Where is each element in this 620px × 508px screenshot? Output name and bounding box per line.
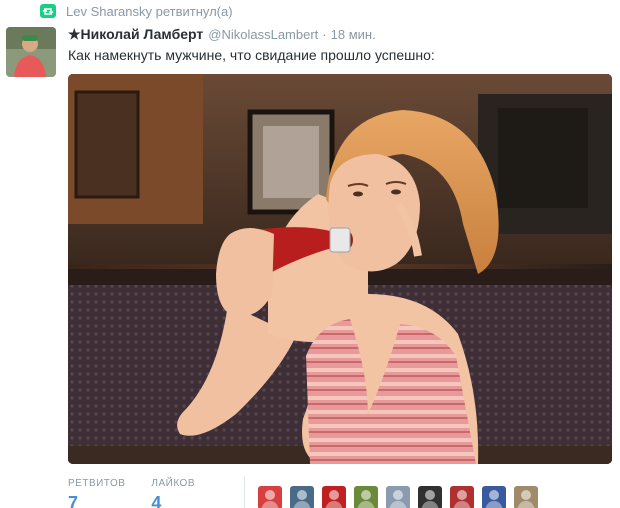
likes-label: ЛАЙКОВ xyxy=(151,478,196,489)
tweet-timestamp[interactable]: 18 мин. xyxy=(331,27,376,42)
stats-divider xyxy=(244,476,245,508)
retweets-count: 7 xyxy=(68,493,79,508)
liker-avatar-8[interactable] xyxy=(482,486,506,508)
author-name[interactable]: ★Николай Ламберт xyxy=(68,26,203,43)
liker-avatar-4[interactable] xyxy=(354,486,378,508)
retweet-context[interactable]: Lev Sharansky ретвитнул(а) xyxy=(40,3,233,19)
liker-avatars xyxy=(258,486,546,508)
liker-avatar-1[interactable] xyxy=(258,486,282,508)
liker-avatar-2[interactable] xyxy=(290,486,314,508)
liker-avatar-9[interactable] xyxy=(514,486,538,508)
liker-avatar-3[interactable] xyxy=(322,486,346,508)
retweets-label: РЕТВИТОВ xyxy=(68,478,126,489)
retweets-stat[interactable]: РЕТВИТОВ 7 xyxy=(68,478,125,508)
likes-stat[interactable]: ЛАЙКОВ 4 xyxy=(151,478,195,508)
author-handle[interactable]: @NikolassLambert xyxy=(208,27,318,42)
liker-avatar-7[interactable] xyxy=(450,486,474,508)
tweet-photo[interactable] xyxy=(68,74,612,464)
avatar[interactable] xyxy=(6,27,56,77)
tweet-stats: РЕТВИТОВ 7 ЛАЙКОВ 4 xyxy=(68,478,221,508)
tweet-header: ★Николай Ламберт @NikolassLambert · 18 м… xyxy=(68,26,376,44)
separator-dot: · xyxy=(322,27,327,42)
retweet-context-text: Lev Sharansky ретвитнул(а) xyxy=(66,3,233,19)
likes-count: 4 xyxy=(151,493,162,508)
retweet-icon xyxy=(40,4,56,18)
tweet-text: Как намекнуть мужчине, что свидание прош… xyxy=(68,47,435,63)
liker-avatar-5[interactable] xyxy=(386,486,410,508)
liker-avatar-6[interactable] xyxy=(418,486,442,508)
